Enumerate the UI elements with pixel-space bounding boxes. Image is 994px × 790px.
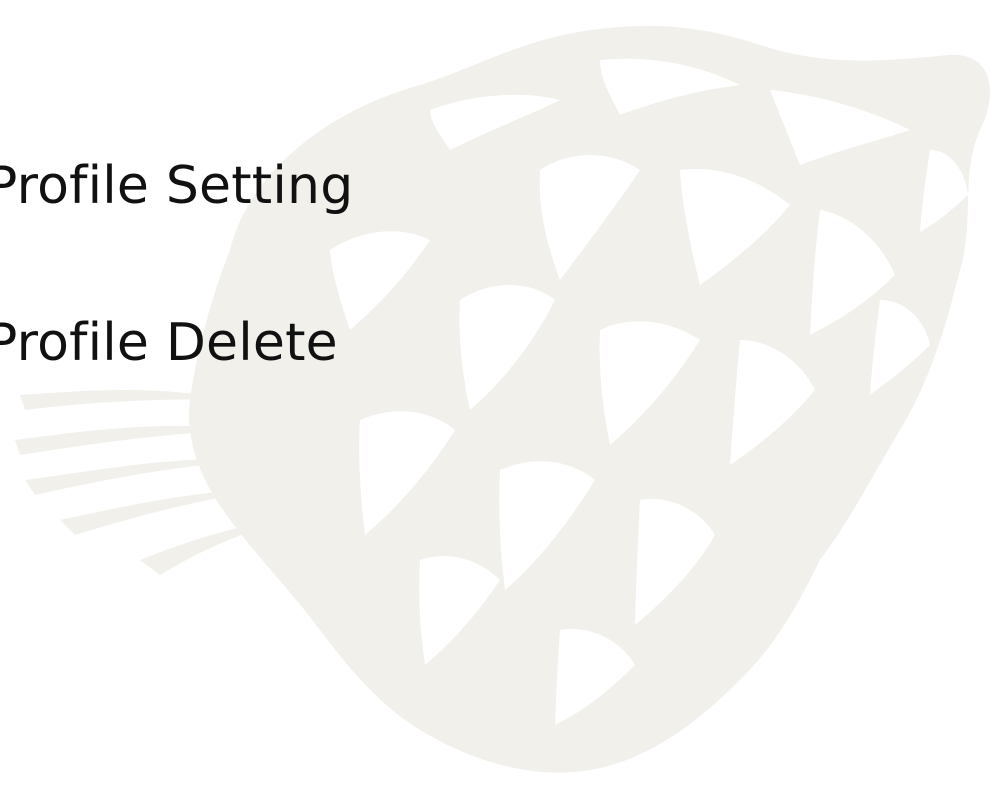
profile-setting-menu-item[interactable]: Profile Setting (0, 156, 353, 216)
profile-menu-screen: Profile Setting Profile Delete (0, 0, 994, 790)
profile-delete-menu-item[interactable]: Profile Delete (0, 313, 338, 373)
tiger-head-icon (15, 25, 990, 773)
